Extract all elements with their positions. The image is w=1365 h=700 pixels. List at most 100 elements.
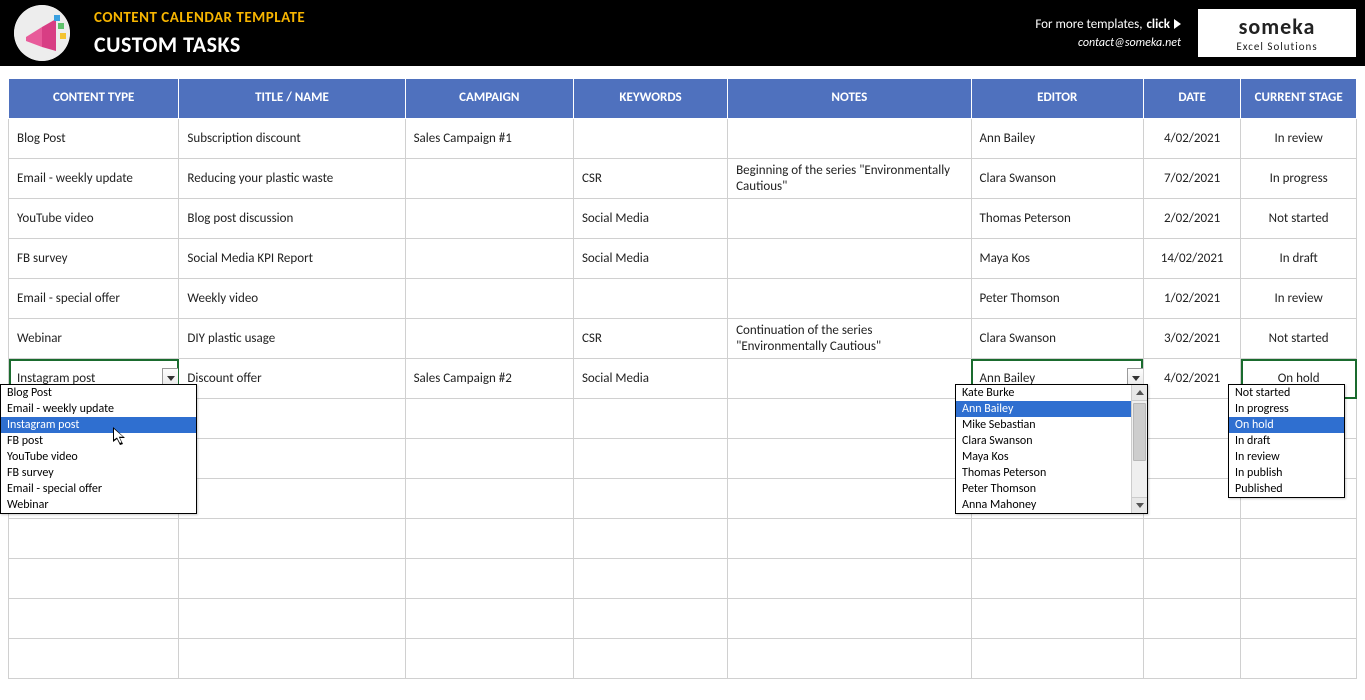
dropdown-item[interactable]: Maya Kos	[956, 449, 1131, 465]
cell[interactable]: Clara Swanson	[971, 319, 1143, 359]
dropdown-item[interactable]: Thomas Peterson	[956, 465, 1131, 481]
cell[interactable]: FB survey	[9, 239, 179, 279]
cell[interactable]	[9, 639, 179, 679]
cell[interactable]	[573, 479, 727, 519]
cell[interactable]	[1143, 639, 1240, 679]
cell[interactable]	[405, 319, 573, 359]
cell[interactable]	[9, 559, 179, 599]
col-notes[interactable]: NOTES	[728, 79, 971, 119]
dropdown-item[interactable]: Email - special offer	[1, 481, 196, 497]
col-campaign[interactable]: CAMPAIGN	[405, 79, 573, 119]
cell[interactable]: 2/02/2021	[1143, 199, 1240, 239]
cell[interactable]: 4/02/2021	[1143, 119, 1240, 159]
cell[interactable]: YouTube video	[9, 199, 179, 239]
col-date[interactable]: DATE	[1143, 79, 1240, 119]
dropdown-item[interactable]: Blog Post	[1, 385, 196, 401]
scroll-thumb[interactable]	[1133, 403, 1146, 461]
cell[interactable]	[573, 519, 727, 559]
dropdown-item[interactable]: In publish	[1229, 465, 1344, 481]
cell[interactable]	[405, 559, 573, 599]
cell[interactable]: Maya Kos	[971, 239, 1143, 279]
dropdown-item[interactable]: FB post	[1, 433, 196, 449]
cell[interactable]	[1241, 559, 1357, 599]
dropdown-item[interactable]: YouTube video	[1, 449, 196, 465]
cell[interactable]: Webinar	[9, 319, 179, 359]
cell[interactable]: 3/02/2021	[1143, 319, 1240, 359]
cell[interactable]: In draft	[1241, 239, 1357, 279]
scroll-down-icon[interactable]	[1132, 497, 1147, 513]
dropdown-item[interactable]: Anna Mahoney	[956, 497, 1131, 513]
cell[interactable]	[179, 399, 405, 439]
cell[interactable]	[573, 599, 727, 639]
cell[interactable]: Continuation of the series "Environmenta…	[728, 319, 971, 359]
cell[interactable]: Beginning of the series "Environmentally…	[728, 159, 971, 199]
cell[interactable]: Not started	[1241, 319, 1357, 359]
cell[interactable]: Social Media	[573, 239, 727, 279]
cell[interactable]: Email - special offer	[9, 279, 179, 319]
col-editor[interactable]: EDITOR	[971, 79, 1143, 119]
cell[interactable]: Subscription discount	[179, 119, 405, 159]
scroll-up-icon[interactable]	[1132, 385, 1147, 401]
cell[interactable]: Sales Campaign #2	[405, 359, 573, 399]
cell[interactable]	[573, 119, 727, 159]
scroll-track[interactable]	[1132, 401, 1147, 497]
cell[interactable]	[1241, 639, 1357, 679]
cell[interactable]	[179, 479, 405, 519]
cell[interactable]	[573, 559, 727, 599]
dropdown-item[interactable]: Webinar	[1, 497, 196, 513]
cell[interactable]: 7/02/2021	[1143, 159, 1240, 199]
cell[interactable]	[971, 599, 1143, 639]
cell[interactable]: In review	[1241, 119, 1357, 159]
cell[interactable]	[179, 599, 405, 639]
cell[interactable]: CSR	[573, 159, 727, 199]
dropdown-item[interactable]: Ann Bailey	[956, 401, 1131, 417]
cell[interactable]	[179, 559, 405, 599]
col-keywords[interactable]: KEYWORDS	[573, 79, 727, 119]
cell[interactable]: Not started	[1241, 199, 1357, 239]
cell[interactable]	[1241, 599, 1357, 639]
dropdown-item[interactable]: On hold	[1229, 417, 1344, 433]
dropdown-item[interactable]: FB survey	[1, 465, 196, 481]
cell[interactable]	[728, 519, 971, 559]
cell[interactable]: Social Media	[573, 199, 727, 239]
col-stage[interactable]: CURRENT STAGE	[1241, 79, 1357, 119]
someka-logo[interactable]: someka Excel Solutions	[1197, 8, 1357, 58]
cell[interactable]	[971, 559, 1143, 599]
cell[interactable]: Sales Campaign #1	[405, 119, 573, 159]
cell[interactable]: Social Media	[573, 359, 727, 399]
dropdown-scrollbar[interactable]	[1131, 385, 1147, 513]
cell[interactable]	[1143, 599, 1240, 639]
cell[interactable]: Ann Bailey	[971, 119, 1143, 159]
cell[interactable]	[573, 279, 727, 319]
cell[interactable]: DIY plastic usage	[179, 319, 405, 359]
content-type-dropdown[interactable]: Blog PostEmail - weekly updateInstagram …	[0, 384, 197, 514]
cell[interactable]: 14/02/2021	[1143, 239, 1240, 279]
cell[interactable]: Blog post discussion	[179, 199, 405, 239]
cell[interactable]	[405, 439, 573, 479]
cell[interactable]	[728, 479, 971, 519]
dropdown-item[interactable]: Not started	[1229, 385, 1344, 401]
cell[interactable]	[573, 399, 727, 439]
cell[interactable]	[405, 159, 573, 199]
cell[interactable]	[728, 639, 971, 679]
cell[interactable]	[573, 439, 727, 479]
cell[interactable]	[971, 639, 1143, 679]
cell[interactable]: CSR	[573, 319, 727, 359]
cell[interactable]	[9, 519, 179, 559]
dropdown-item[interactable]: In draft	[1229, 433, 1344, 449]
cell[interactable]: Blog Post	[9, 119, 179, 159]
cell[interactable]: 4/02/2021	[1143, 359, 1240, 399]
cell[interactable]	[405, 479, 573, 519]
cell[interactable]: Email - weekly update	[9, 159, 179, 199]
cell[interactable]	[728, 559, 971, 599]
dropdown-item[interactable]: Clara Swanson	[956, 433, 1131, 449]
editor-dropdown[interactable]: Kate BurkeAnn BaileyMike SebastianClara …	[955, 384, 1148, 514]
cell[interactable]	[1143, 399, 1240, 439]
cell[interactable]: In progress	[1241, 159, 1357, 199]
cell[interactable]	[179, 439, 405, 479]
cell[interactable]	[405, 239, 573, 279]
cell[interactable]	[728, 119, 971, 159]
cell[interactable]: Discount offer	[179, 359, 405, 399]
col-content-type[interactable]: CONTENT TYPE	[9, 79, 179, 119]
cell[interactable]	[728, 239, 971, 279]
